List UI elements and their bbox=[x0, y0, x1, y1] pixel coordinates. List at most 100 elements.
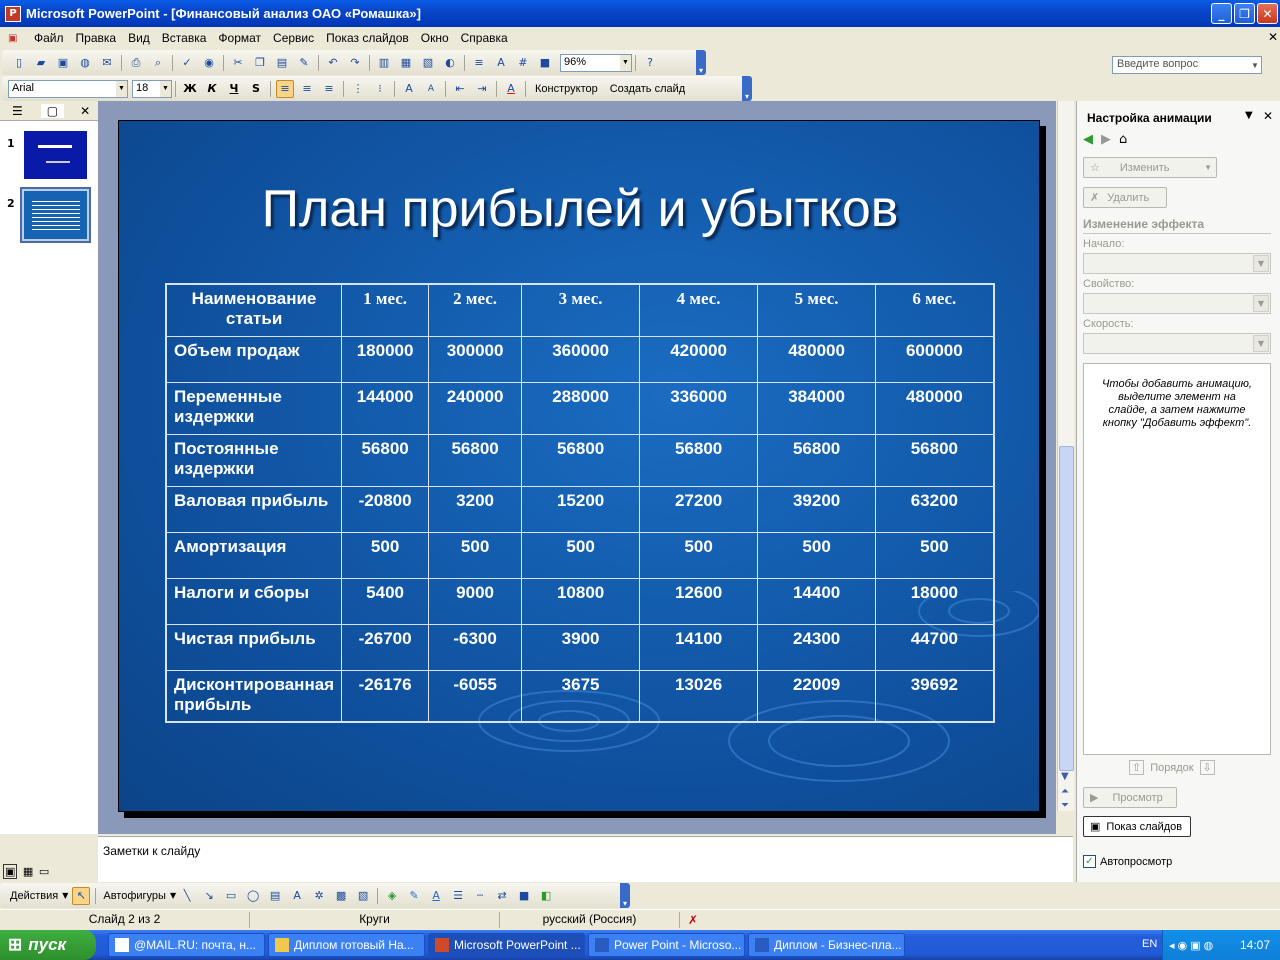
tray-icons[interactable]: ◂ ◉ ▣ ◍ bbox=[1169, 939, 1213, 952]
open-icon[interactable]: ▰ bbox=[32, 54, 50, 72]
maximize-button[interactable]: ❐ bbox=[1234, 3, 1255, 24]
animation-list[interactable]: Чтобы добавить анимацию, выделите элемен… bbox=[1083, 363, 1271, 755]
picture-icon[interactable]: ▧ bbox=[354, 887, 372, 905]
menu-view[interactable]: Вид bbox=[122, 31, 156, 45]
scroll-thumb[interactable] bbox=[1059, 446, 1074, 771]
clipart-icon[interactable]: ▩ bbox=[332, 887, 350, 905]
slide-title[interactable]: План прибылей и убытков bbox=[119, 179, 1041, 239]
menu-tools[interactable]: Сервис bbox=[267, 31, 320, 45]
bullets-icon[interactable]: ⁝ bbox=[371, 80, 389, 98]
shadow-style-icon[interactable]: ■ bbox=[515, 887, 533, 905]
taskbar-item-folder[interactable]: Диплом готовый На... bbox=[268, 933, 425, 957]
menu-insert[interactable]: Вставка bbox=[156, 31, 213, 45]
scroll-down-icon[interactable]: ▼ bbox=[1061, 771, 1069, 782]
slides-tab-icon[interactable]: ▢ bbox=[40, 103, 65, 118]
toolbar-options-icon[interactable]: ▾ bbox=[696, 50, 706, 75]
chevron-down-icon[interactable]: ▼ bbox=[620, 54, 631, 71]
shadow-icon[interactable]: S bbox=[247, 80, 265, 98]
start-select[interactable]: ▼ bbox=[1083, 253, 1271, 274]
grid-icon[interactable]: # bbox=[514, 54, 532, 72]
increase-indent-icon[interactable]: ⇥ bbox=[473, 80, 491, 98]
profit-loss-table[interactable]: Наименование статьи 1 мес. 2 мес. 3 мес.… bbox=[165, 283, 995, 723]
slideshow-button[interactable]: ▣ Показ слайдов bbox=[1083, 816, 1191, 837]
vertical-scrollbar[interactable]: ▼ ⏶ ⏷ bbox=[1057, 101, 1074, 811]
taskbar-item-mail[interactable]: @MAIL.RU: почта, н... bbox=[108, 933, 265, 957]
arrow-style-icon[interactable]: ⇄ bbox=[493, 887, 511, 905]
font-size-select[interactable]: 18 ▼ bbox=[132, 79, 172, 98]
research-icon[interactable]: ◉ bbox=[200, 54, 218, 72]
arrow-icon[interactable]: ↘ bbox=[200, 887, 218, 905]
remove-effect-button[interactable]: ✗ Удалить bbox=[1083, 187, 1167, 208]
outline-tab-icon[interactable]: ☰ bbox=[12, 104, 23, 118]
close-button[interactable]: ✕ bbox=[1257, 3, 1278, 24]
print-preview-icon[interactable]: ⌕ bbox=[149, 54, 167, 72]
zoom-select[interactable]: 96% ▼ bbox=[560, 53, 632, 72]
document-icon[interactable]: ▣ bbox=[8, 33, 28, 44]
designer-button[interactable]: Конструктор bbox=[535, 83, 598, 95]
close-doc-icon[interactable]: ✕ bbox=[1268, 30, 1278, 44]
chart-icon[interactable]: ▥ bbox=[375, 54, 393, 72]
underline-icon[interactable]: Ч bbox=[225, 80, 243, 98]
textbox-icon[interactable]: ▤ bbox=[266, 887, 284, 905]
line-style-icon[interactable]: ☰ bbox=[449, 887, 467, 905]
minimize-button[interactable]: _ bbox=[1211, 3, 1232, 24]
new-slide-button[interactable]: Создать слайд bbox=[610, 83, 685, 95]
menu-slideshow[interactable]: Показ слайдов bbox=[320, 31, 415, 45]
save-icon[interactable]: ▣ bbox=[54, 54, 72, 72]
show-formatting-icon[interactable]: A bbox=[492, 54, 510, 72]
align-right-icon[interactable]: ≡ bbox=[320, 80, 338, 98]
menu-window[interactable]: Окно bbox=[415, 31, 455, 45]
align-center-icon[interactable]: ≡ bbox=[298, 80, 316, 98]
slideshow-view-icon[interactable]: ▭ bbox=[39, 865, 49, 878]
diagram-icon[interactable]: ✲ bbox=[310, 887, 328, 905]
menu-help[interactable]: Справка bbox=[455, 31, 514, 45]
expand-all-icon[interactable]: ≡ bbox=[470, 54, 488, 72]
wordart-icon[interactable]: A bbox=[288, 887, 306, 905]
change-effect-button[interactable]: ☆ Изменить ▼ bbox=[1083, 157, 1217, 178]
cut-icon[interactable]: ✂ bbox=[229, 54, 247, 72]
spelling-status-icon[interactable]: ✗ bbox=[688, 913, 698, 927]
decrease-font-icon[interactable]: A bbox=[422, 80, 440, 98]
toolbar-options-icon[interactable]: ▾ bbox=[620, 883, 630, 908]
language-indicator[interactable]: EN bbox=[1142, 938, 1157, 950]
format-painter-icon[interactable]: ✎ bbox=[295, 54, 313, 72]
slide-thumbnail[interactable] bbox=[24, 131, 87, 179]
slide-canvas[interactable]: План прибылей и убытков Наименование ста… bbox=[118, 120, 1040, 812]
taskbar-item-word-2[interactable]: Диплом - Бизнес-пла... bbox=[748, 933, 905, 957]
ask-question-input[interactable]: Введите вопрос ▼ bbox=[1112, 56, 1262, 74]
tables-borders-icon[interactable]: ▧ bbox=[419, 54, 437, 72]
decrease-indent-icon[interactable]: ⇤ bbox=[451, 80, 469, 98]
email-icon[interactable]: ✉ bbox=[98, 54, 116, 72]
fill-color-icon[interactable]: ◈ bbox=[383, 887, 401, 905]
actions-menu[interactable]: Действия bbox=[10, 890, 58, 902]
menu-file[interactable]: Файл bbox=[28, 31, 70, 45]
select-pointer-icon[interactable]: ↖ bbox=[72, 886, 91, 905]
sorter-view-icon[interactable]: ▦ bbox=[23, 865, 33, 878]
menu-edit[interactable]: Правка bbox=[70, 31, 123, 45]
redo-icon[interactable]: ↷ bbox=[346, 54, 364, 72]
rectangle-icon[interactable]: ▭ bbox=[222, 887, 240, 905]
autopreview-option[interactable]: ✓ Автопросмотр bbox=[1083, 855, 1172, 868]
normal-view-icon[interactable]: ▣ bbox=[3, 864, 18, 879]
undo-icon[interactable]: ↶ bbox=[324, 54, 342, 72]
taskbar-item-word-1[interactable]: Power Point - Microso... bbox=[588, 933, 745, 957]
table-icon[interactable]: ▦ bbox=[397, 54, 415, 72]
copy-icon[interactable]: ❐ bbox=[251, 54, 269, 72]
increase-font-icon[interactable]: A bbox=[400, 80, 418, 98]
notes-pane[interactable]: Заметки к слайду bbox=[98, 836, 1073, 882]
chevron-down-icon[interactable]: ▼ bbox=[160, 80, 171, 97]
print-icon[interactable]: ⎙ bbox=[127, 54, 145, 72]
menu-format[interactable]: Формат bbox=[212, 31, 267, 45]
slide-thumbnail[interactable] bbox=[24, 191, 87, 239]
new-icon[interactable]: ▯ bbox=[10, 54, 28, 72]
numbering-icon[interactable]: ⋮ bbox=[349, 80, 367, 98]
speed-select[interactable]: ▼ bbox=[1083, 333, 1271, 354]
preview-button[interactable]: ▶ Просмотр bbox=[1083, 787, 1177, 808]
chevron-down-icon[interactable]: ▼ bbox=[1249, 57, 1261, 73]
toolbar-options-icon[interactable]: ▾ bbox=[742, 76, 752, 101]
close-pane-icon[interactable]: ✕ bbox=[80, 104, 90, 118]
align-left-icon[interactable]: ≡ bbox=[276, 79, 294, 98]
oval-icon[interactable]: ◯ bbox=[244, 887, 262, 905]
next-slide-icon[interactable]: ⏷ bbox=[1061, 800, 1069, 811]
previous-slide-icon[interactable]: ⏶ bbox=[1061, 786, 1069, 797]
